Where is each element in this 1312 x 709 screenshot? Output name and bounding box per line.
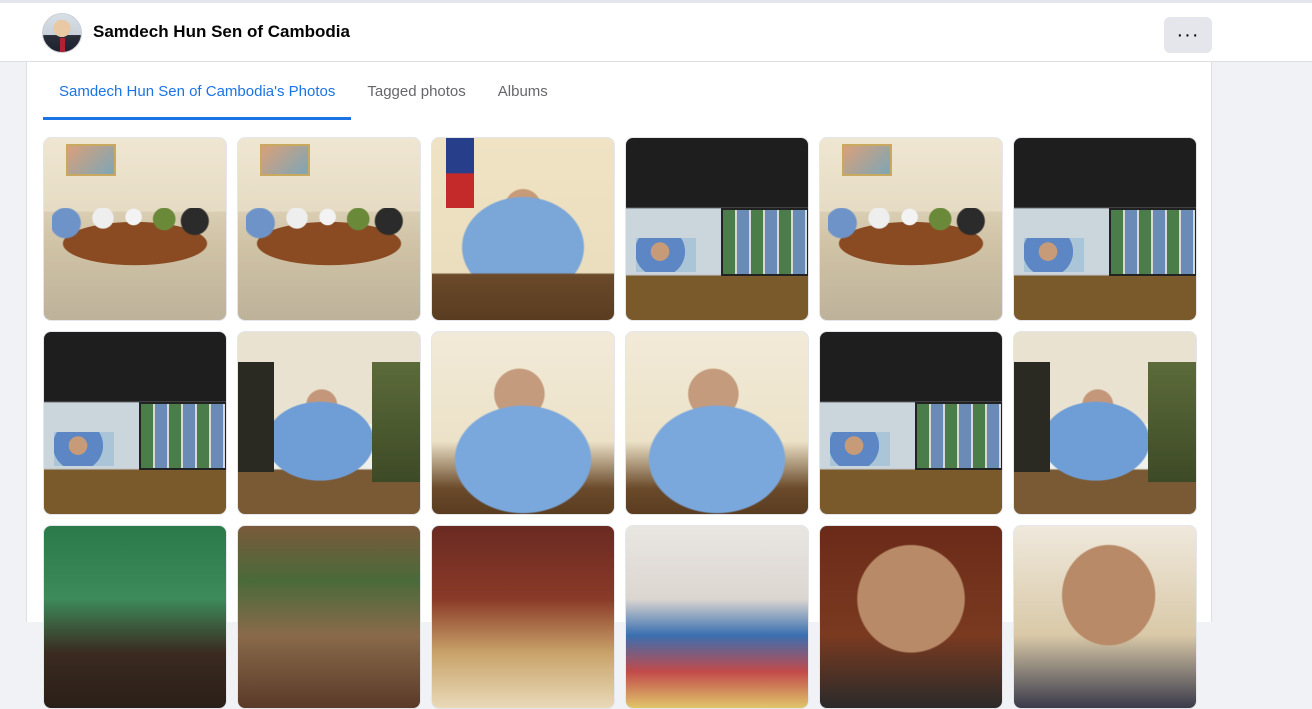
tab-albums[interactable]: Albums bbox=[482, 62, 564, 120]
tab-your-photos[interactable]: Samdech Hun Sen of Cambodia's Photos bbox=[43, 62, 352, 120]
photo-thumbnail[interactable] bbox=[43, 331, 227, 515]
page-header: Samdech Hun Sen of Cambodia ··· bbox=[0, 0, 1312, 62]
photo-thumbnail[interactable] bbox=[625, 525, 809, 709]
photo-thumbnail[interactable] bbox=[625, 137, 809, 321]
tab-tagged-photos[interactable]: Tagged photos bbox=[351, 62, 481, 120]
photo-thumbnail[interactable] bbox=[237, 137, 421, 321]
more-options-button[interactable]: ··· bbox=[1164, 17, 1212, 53]
photos-card: Samdech Hun Sen of Cambodia's Photos Tag… bbox=[26, 62, 1212, 709]
photo-thumbnail[interactable] bbox=[819, 137, 1003, 321]
photo-thumbnail[interactable] bbox=[431, 525, 615, 709]
photo-tabs: Samdech Hun Sen of Cambodia's Photos Tag… bbox=[43, 62, 564, 120]
photo-thumbnail[interactable] bbox=[431, 137, 615, 321]
photo-thumbnail[interactable] bbox=[625, 331, 809, 515]
photo-thumbnail[interactable] bbox=[1013, 331, 1197, 515]
photo-thumbnail[interactable] bbox=[819, 525, 1003, 709]
photo-thumbnail[interactable] bbox=[819, 331, 1003, 515]
page-title[interactable]: Samdech Hun Sen of Cambodia bbox=[93, 22, 350, 42]
photo-thumbnail[interactable] bbox=[431, 331, 615, 515]
photo-thumbnail[interactable] bbox=[43, 525, 227, 709]
photo-grid bbox=[43, 137, 1197, 709]
photo-thumbnail[interactable] bbox=[1013, 525, 1197, 709]
page-avatar[interactable] bbox=[42, 13, 82, 53]
photo-thumbnail[interactable] bbox=[43, 137, 227, 321]
photo-thumbnail[interactable] bbox=[237, 331, 421, 515]
photo-thumbnail[interactable] bbox=[237, 525, 421, 709]
photo-thumbnail[interactable] bbox=[1013, 137, 1197, 321]
